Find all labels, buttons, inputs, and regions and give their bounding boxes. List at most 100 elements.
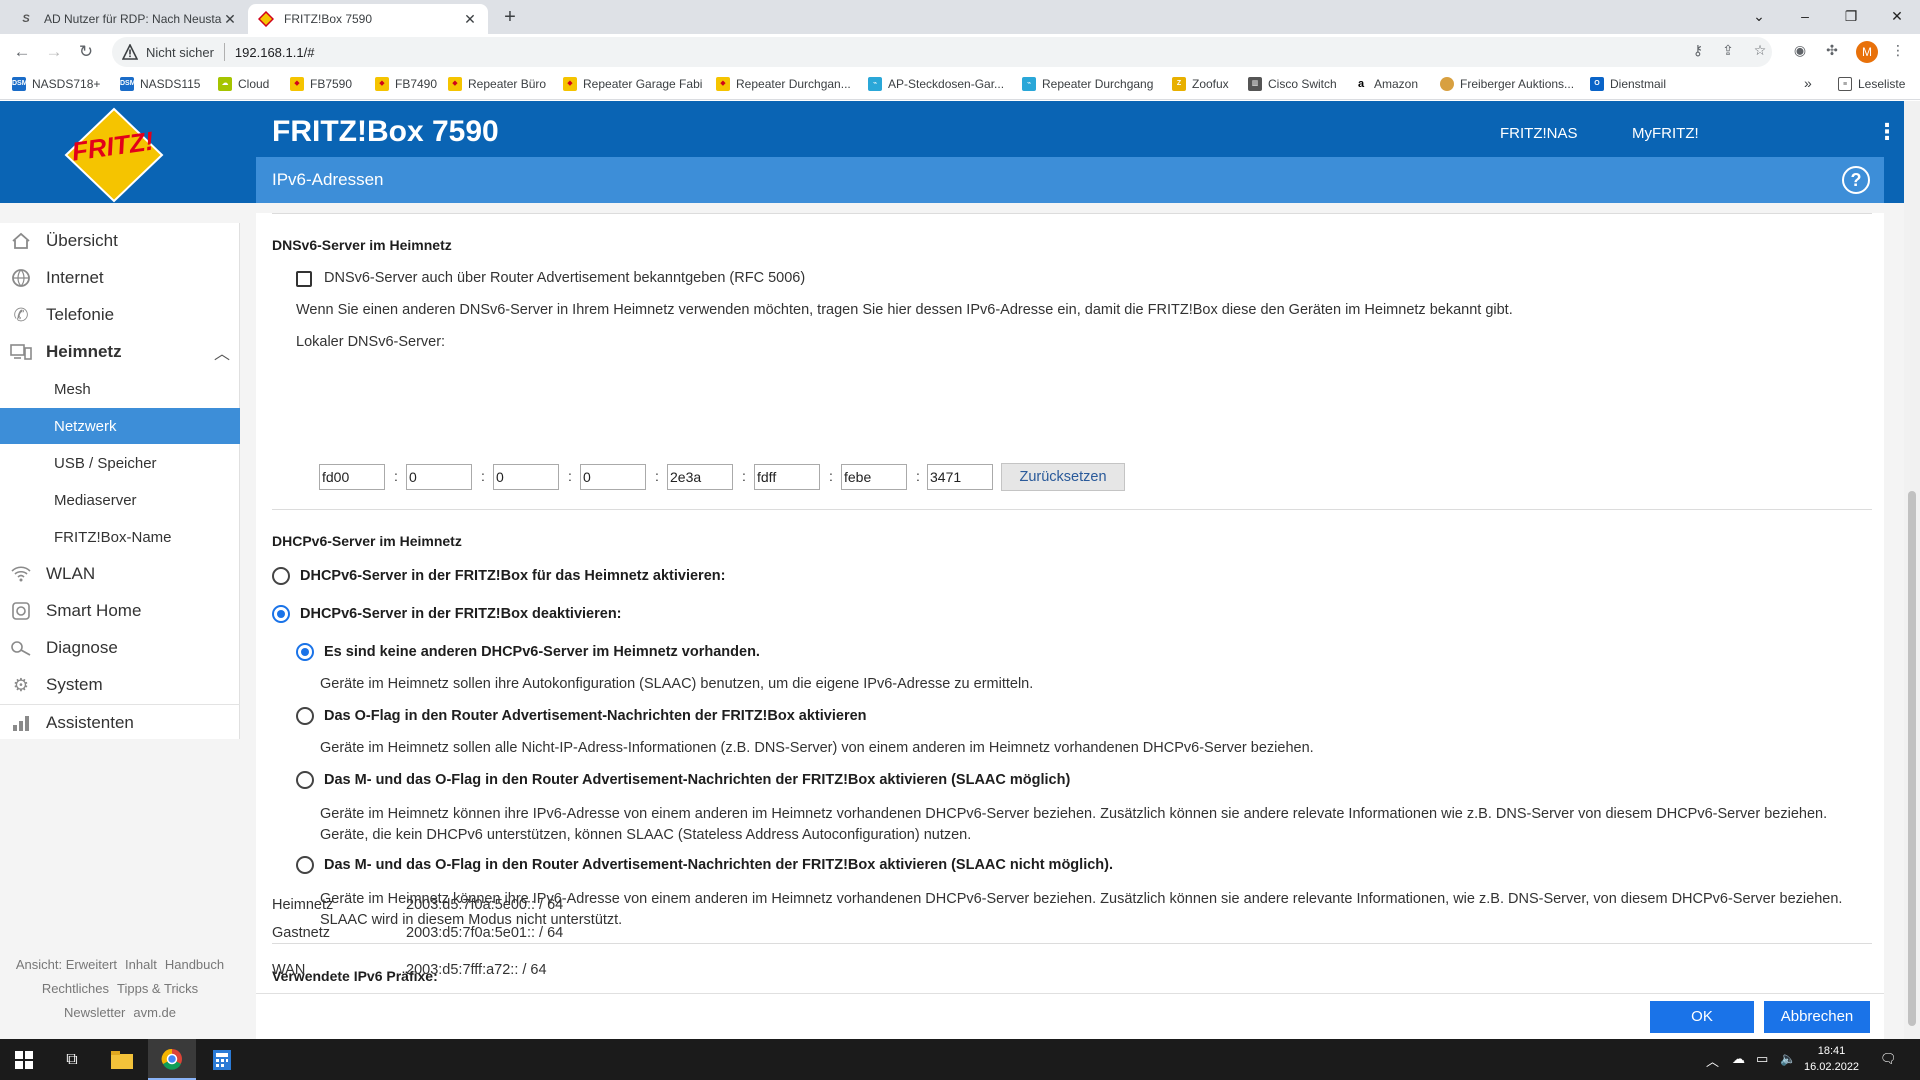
dnsv6-address-field-5[interactable] (667, 464, 733, 490)
manual-link[interactable]: Handbuch (165, 957, 224, 972)
calculator-icon[interactable] (198, 1039, 246, 1080)
network-tray-icon[interactable]: ▭ (1756, 1051, 1768, 1067)
back-arrow-icon[interactable]: ← (10, 40, 34, 64)
maximize-button[interactable]: ❐ (1828, 4, 1874, 28)
reset-button[interactable]: Zurücksetzen (1001, 463, 1125, 491)
legal-link[interactable]: Rechtliches (42, 981, 109, 996)
file-explorer-icon[interactable] (98, 1039, 146, 1080)
dnsv6-address-field-1[interactable] (319, 464, 385, 490)
system-clock[interactable]: 18:41 16.02.2022 (1804, 1043, 1859, 1075)
option-mo-flag-slaac-radio[interactable] (296, 771, 314, 789)
sidebar-item-mediaserver[interactable]: Mediaserver (0, 482, 240, 518)
bookmark-star-icon[interactable]: ☆ (1750, 42, 1770, 62)
key-icon[interactable]: ⚷ (1688, 42, 1708, 62)
forward-arrow-icon[interactable]: → (42, 40, 66, 64)
dhcpv6-deactivate-radio[interactable] (272, 605, 290, 623)
chrome-icon[interactable] (148, 1039, 196, 1080)
volume-icon[interactable]: 🔈 (1780, 1051, 1796, 1067)
dnsv6-address-field-2[interactable] (406, 464, 472, 490)
option-o-flag-radio[interactable] (296, 707, 314, 725)
bookmark-item[interactable]: ◆ Repeater Durchgan... (716, 77, 851, 91)
url-text[interactable]: 192.168.1.1/# (235, 45, 315, 60)
reload-icon[interactable]: ↻ (74, 40, 98, 64)
bookmark-item[interactable]: Z Zoofux (1172, 77, 1229, 91)
sidebar-item-heimnetz[interactable]: Heimnetz ︿ (0, 334, 240, 370)
repeater-icon: ⌁ (868, 77, 882, 91)
sidebar-item-internet[interactable]: Internet (0, 260, 240, 296)
ok-button[interactable]: OK (1650, 1001, 1754, 1033)
sidebar-item-uebersicht[interactable]: Übersicht (0, 223, 240, 259)
dnsv6-address-field-4[interactable] (580, 464, 646, 490)
sidebar-item-diagnose[interactable]: Diagnose (0, 630, 240, 666)
reading-list[interactable]: ≡ Leseliste (1838, 77, 1905, 91)
product-name: FRITZ!Box 7590 (272, 115, 499, 148)
dnsv6-address-field-8[interactable] (927, 464, 993, 490)
page-scrollbar[interactable] (1904, 101, 1920, 1039)
dnsv6-address-field-7[interactable] (841, 464, 907, 490)
bookmark-item[interactable]: ☁ Cloud (218, 77, 269, 91)
bookmark-item[interactable]: DSM NASDS115 (120, 77, 200, 91)
option-no-dhcpv6-radio[interactable] (296, 643, 314, 661)
bookmark-item[interactable]: Freiberger Auktions... (1440, 77, 1574, 91)
sidebar-item-fritzbox-name[interactable]: FRITZ!Box-Name (0, 519, 240, 555)
bookmark-item[interactable]: ◆ Repeater Büro (448, 77, 546, 91)
dhcpv6-activate-radio[interactable] (272, 567, 290, 585)
tips-link[interactable]: Tipps & Tricks (117, 981, 198, 996)
onedrive-cloud-icon[interactable]: ☁ (1732, 1051, 1745, 1067)
bookmark-item[interactable]: DSM NASDS718+ (12, 77, 100, 91)
puzzle-icon[interactable]: ✣ (1822, 42, 1842, 62)
bookmark-item[interactable]: ◆ FB7490 (375, 77, 437, 91)
dnsv6-address-field-6[interactable] (754, 464, 820, 490)
bookmark-item[interactable]: ⌁ Repeater Durchgang (1022, 77, 1153, 91)
myfritz-link[interactable]: MyFRITZ! (1632, 125, 1699, 142)
avm-link[interactable]: avm.de (133, 1005, 176, 1020)
help-icon[interactable]: ? (1842, 166, 1870, 194)
bookmark-item[interactable]: ▥ Cisco Switch (1248, 77, 1337, 91)
dnsv6-ra-checkbox[interactable] (296, 271, 312, 287)
tray-chevron-up-icon[interactable]: ︿ (1706, 1051, 1719, 1070)
bookmark-item[interactable]: ⌁ AP-Steckdosen-Gar... (868, 77, 1004, 91)
sidebar-item-mesh[interactable]: Mesh (0, 371, 240, 407)
sidebar-item-smart-home[interactable]: Smart Home (0, 593, 240, 629)
bookmark-item[interactable]: ◆ FB7590 (290, 77, 352, 91)
more-bookmarks-icon[interactable]: » (1804, 75, 1812, 91)
sidebar-item-telefonie[interactable]: ✆ Telefonie (0, 297, 240, 333)
tab-ad-nutzer[interactable]: S AD Nutzer für RDP: Nach Neusta ✕ (8, 4, 248, 34)
view-mode-link[interactable]: Ansicht: Erweitert (16, 957, 117, 972)
sidebar-item-netzwerk[interactable]: Netzwerk (0, 408, 240, 444)
close-icon[interactable]: ✕ (462, 11, 478, 28)
address-bar[interactable]: Nicht sicher 192.168.1.1/# (112, 37, 1772, 67)
sidebar-item-wlan[interactable]: WLAN (0, 556, 240, 592)
profile-avatar[interactable]: M (1856, 41, 1878, 63)
option-label: Das M- und das O-Flag in den Router Adve… (324, 857, 1113, 873)
sidebar-item-system[interactable]: ⚙ System (0, 667, 240, 703)
sidebar-item-assistenten[interactable]: Assistenten (0, 704, 240, 740)
bookmark-item[interactable]: a Amazon (1354, 77, 1418, 91)
menu-dots-icon[interactable]: ⋮ (1888, 42, 1908, 62)
bookmark-item[interactable]: O Dienstmail (1590, 77, 1666, 91)
scrollbar-thumb[interactable] (1908, 491, 1916, 1026)
fritznas-link[interactable]: FRITZ!NAS (1500, 125, 1578, 142)
new-tab-button[interactable]: + (498, 6, 522, 29)
newsletter-link[interactable]: Newsletter (64, 1005, 125, 1020)
windows-start-icon[interactable] (0, 1039, 48, 1080)
chevron-up-icon[interactable]: ︿ (214, 340, 230, 364)
dnsv6-address-field-3[interactable] (493, 464, 559, 490)
share-icon[interactable]: ⇪ (1718, 42, 1738, 62)
sidebar-item-usb-speicher[interactable]: USB / Speicher (0, 445, 240, 481)
close-icon[interactable]: ✕ (222, 11, 238, 28)
menu-dots-icon[interactable]: ⋮ (1876, 119, 1898, 145)
cancel-button[interactable]: Abbrechen (1764, 1001, 1870, 1033)
option-mo-flag-noslaac-radio[interactable] (296, 856, 314, 874)
task-view-icon[interactable]: ⧉ (48, 1039, 96, 1080)
minimize-button[interactable]: – (1782, 4, 1828, 28)
extension-circle-icon[interactable]: ◉ (1790, 42, 1810, 62)
tab-search-icon[interactable]: ⌄ (1736, 4, 1782, 28)
tab-fritzbox[interactable]: FRITZ!Box 7590 ✕ (248, 4, 488, 34)
page-title-bar: IPv6-Adressen ? (256, 157, 1884, 203)
bookmark-item[interactable]: ◆ Repeater Garage Fabi (563, 77, 702, 91)
window-close-button[interactable]: ✕ (1874, 4, 1920, 28)
fritz-logo[interactable]: FRITZ! (0, 101, 256, 203)
notification-icon[interactable]: 🗨 (1880, 1051, 1897, 1067)
content-link[interactable]: Inhalt (125, 957, 157, 972)
